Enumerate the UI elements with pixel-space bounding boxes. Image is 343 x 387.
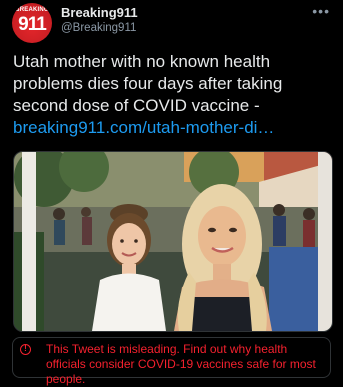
tweet-image[interactable] xyxy=(13,151,333,332)
author-names[interactable]: Breaking911 @Breaking911 xyxy=(61,5,138,36)
avatar[interactable]: BREAKING 911 xyxy=(12,3,52,43)
exclamation-circle-icon: ! xyxy=(20,344,31,355)
tweet-link[interactable]: breaking911.com/utah-mother-di… xyxy=(13,118,274,137)
tweet-body: Utah mother with no known health problem… xyxy=(13,52,283,115)
display-name[interactable]: Breaking911 xyxy=(61,5,138,21)
tweet-header: BREAKING 911 Breaking911 @Breaking911 ••… xyxy=(12,3,332,43)
photo-illustration xyxy=(14,152,332,331)
avatar-top-text: BREAKING xyxy=(15,7,49,13)
misleading-warning[interactable]: ! This Tweet is misleading. Find out why… xyxy=(12,337,331,386)
tweet-text: Utah mother with no known health problem… xyxy=(13,51,331,139)
more-icon[interactable]: ••• xyxy=(312,3,330,19)
user-handle[interactable]: @Breaking911 xyxy=(61,21,138,36)
avatar-main-text: 911 xyxy=(18,14,47,35)
warning-text[interactable]: This Tweet is misleading. Find out why h… xyxy=(46,342,330,387)
